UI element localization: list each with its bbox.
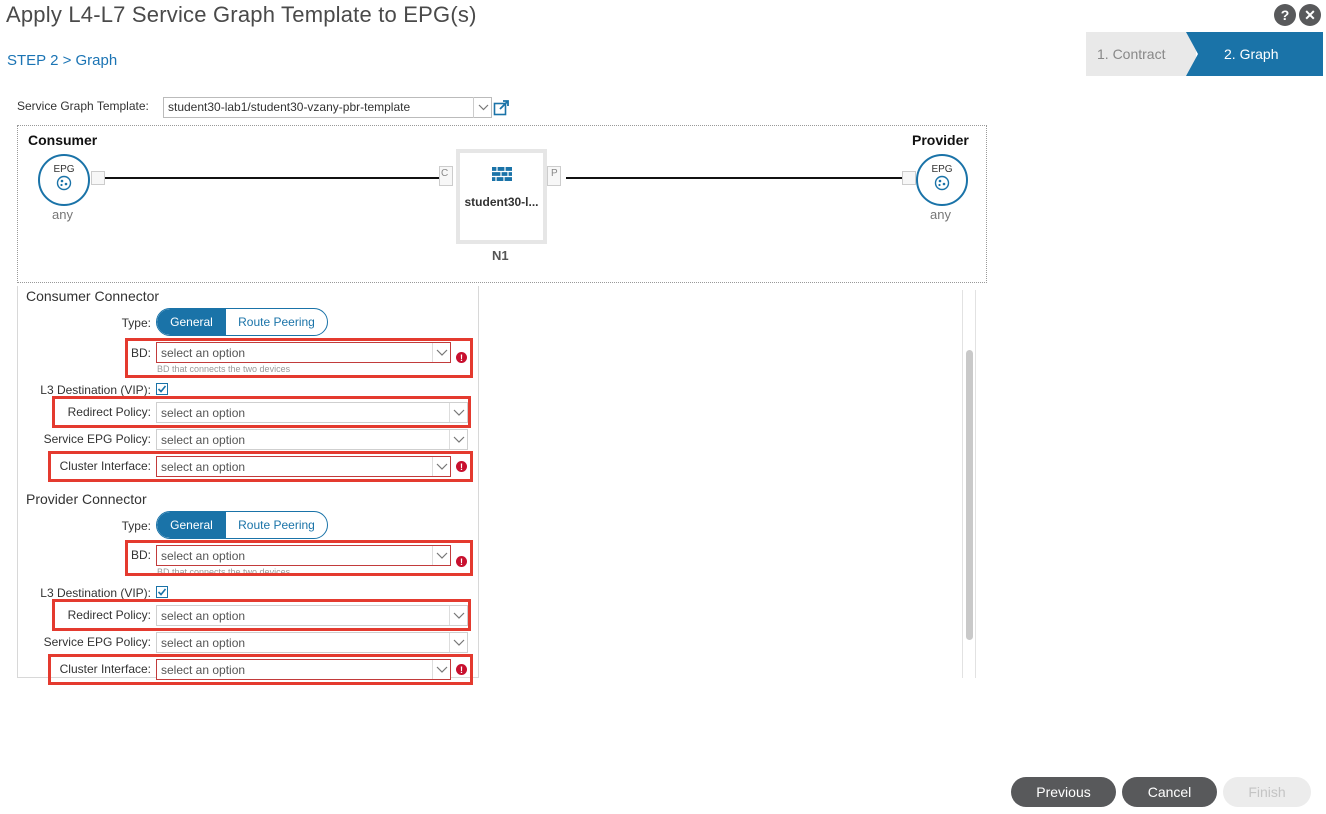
consumer-l3-checkbox[interactable]: [156, 383, 168, 395]
port-c-label: C: [441, 168, 449, 179]
port-p-label: P: [551, 168, 558, 179]
consumer-service-epg-select[interactable]: select an option: [156, 429, 468, 450]
consumer-epg-node[interactable]: EPG: [38, 154, 90, 206]
consumer-type-toggle: General Route Peering: [156, 308, 328, 336]
provider-type-toggle: General Route Peering: [156, 511, 328, 539]
consumer-epg-name: any: [52, 207, 73, 222]
wizard-steps: 1. Contract 2. Graph: [1086, 32, 1323, 76]
epg-icon: [56, 175, 72, 191]
provider-service-epg-label: Service EPG Policy:: [43, 635, 151, 649]
provider-bd-hint: BD that connects the two devices: [157, 567, 291, 573]
chevron-down-icon[interactable]: [432, 343, 450, 362]
chevron-down-icon[interactable]: [449, 430, 467, 449]
provider-service-epg-placeholder: select an option: [161, 636, 246, 650]
chevron-down-icon[interactable]: [449, 606, 467, 625]
help-icon[interactable]: ?: [1274, 4, 1296, 26]
consumer-service-epg-placeholder: select an option: [161, 433, 246, 447]
consumer-cluster-select[interactable]: select an option: [156, 456, 451, 477]
provider-type-route-peering[interactable]: Route Peering: [226, 512, 327, 538]
consumer-epg-label: EPG: [53, 164, 75, 175]
consumer-epg-port: [91, 171, 105, 185]
cancel-button[interactable]: Cancel: [1122, 777, 1217, 807]
consumer-bd-placeholder: select an option: [161, 346, 246, 360]
provider-link: [566, 177, 902, 179]
consumer-cluster-label: Cluster Interface:: [59, 459, 151, 473]
consumer-link: [105, 177, 439, 179]
provider-cluster-placeholder: select an option: [161, 663, 246, 677]
consumer-bd-label: BD:: [130, 346, 151, 360]
error-icon: !: [456, 556, 467, 567]
provider-epg-name: any: [930, 207, 951, 222]
close-icon[interactable]: ✕: [1299, 4, 1321, 26]
template-select[interactable]: student30-lab1/student30-vzany-pbr-templ…: [163, 97, 492, 118]
step-breadcrumb: STEP 2 > Graph: [7, 52, 118, 69]
finish-button[interactable]: Finish: [1223, 777, 1311, 807]
provider-bd-label: BD:: [130, 548, 151, 562]
consumer-type-general[interactable]: General: [157, 309, 226, 335]
error-icon: !: [456, 352, 467, 363]
service-node[interactable]: student30-l...: [456, 149, 547, 244]
firewall-icon: [492, 167, 512, 181]
open-external-icon[interactable]: [493, 99, 510, 116]
error-icon: !: [456, 461, 467, 472]
consumer-redirect-placeholder: select an option: [161, 406, 246, 420]
provider-cluster-label: Cluster Interface:: [59, 662, 151, 676]
service-node-label: student30-l...: [464, 195, 539, 209]
provider-type-label: Type:: [121, 519, 151, 533]
provider-bd-placeholder: select an option: [161, 549, 246, 563]
dialog-title: Apply L4-L7 Service Graph Template to EP…: [6, 2, 477, 27]
provider-cluster-select[interactable]: select an option: [156, 659, 451, 680]
consumer-bd-select[interactable]: select an option: [156, 342, 451, 363]
error-icon: !: [456, 664, 467, 675]
consumer-service-epg-label: Service EPG Policy:: [43, 432, 151, 446]
provider-epg-label: EPG: [931, 164, 953, 175]
provider-heading: Provider: [912, 132, 969, 148]
provider-redirect-placeholder: select an option: [161, 609, 246, 623]
previous-button[interactable]: Previous: [1011, 777, 1116, 807]
consumer-l3-label: L3 Destination (VIP):: [40, 383, 151, 397]
consumer-redirect-select[interactable]: select an option: [156, 402, 468, 423]
provider-redirect-select[interactable]: select an option: [156, 605, 468, 626]
provider-redirect-label: Redirect Policy:: [67, 608, 151, 622]
wizard-step-contract[interactable]: 1. Contract: [1086, 32, 1196, 76]
consumer-cluster-placeholder: select an option: [161, 460, 246, 474]
form-scrollbar-thumb[interactable]: [966, 350, 973, 640]
provider-epg-port: [902, 171, 916, 185]
consumer-type-route-peering[interactable]: Route Peering: [226, 309, 327, 335]
chevron-down-icon[interactable]: [449, 403, 467, 422]
template-label: Service Graph Template:: [17, 99, 149, 113]
consumer-type-label: Type:: [121, 316, 151, 330]
consumer-heading: Consumer: [28, 132, 98, 148]
chevron-down-icon[interactable]: [449, 633, 467, 652]
consumer-connector-title: Consumer Connector: [26, 288, 160, 304]
provider-type-general[interactable]: General: [157, 512, 226, 538]
chevron-down-icon[interactable]: [473, 97, 492, 118]
provider-connector-title: Provider Connector: [26, 491, 147, 507]
chevron-down-icon[interactable]: [432, 457, 450, 476]
provider-epg-node[interactable]: EPG: [916, 154, 968, 206]
chevron-down-icon[interactable]: [432, 660, 450, 679]
provider-bd-select[interactable]: select an option: [156, 545, 451, 566]
consumer-bd-hint: BD that connects the two devices: [157, 364, 291, 374]
provider-l3-label: L3 Destination (VIP):: [40, 586, 151, 600]
wizard-step-graph[interactable]: 2. Graph: [1186, 32, 1323, 76]
consumer-redirect-label: Redirect Policy:: [67, 405, 151, 419]
chevron-down-icon[interactable]: [432, 546, 450, 565]
epg-icon: [934, 175, 950, 191]
provider-l3-checkbox[interactable]: [156, 586, 168, 598]
node-id: N1: [492, 248, 509, 263]
provider-service-epg-select[interactable]: select an option: [156, 632, 468, 653]
